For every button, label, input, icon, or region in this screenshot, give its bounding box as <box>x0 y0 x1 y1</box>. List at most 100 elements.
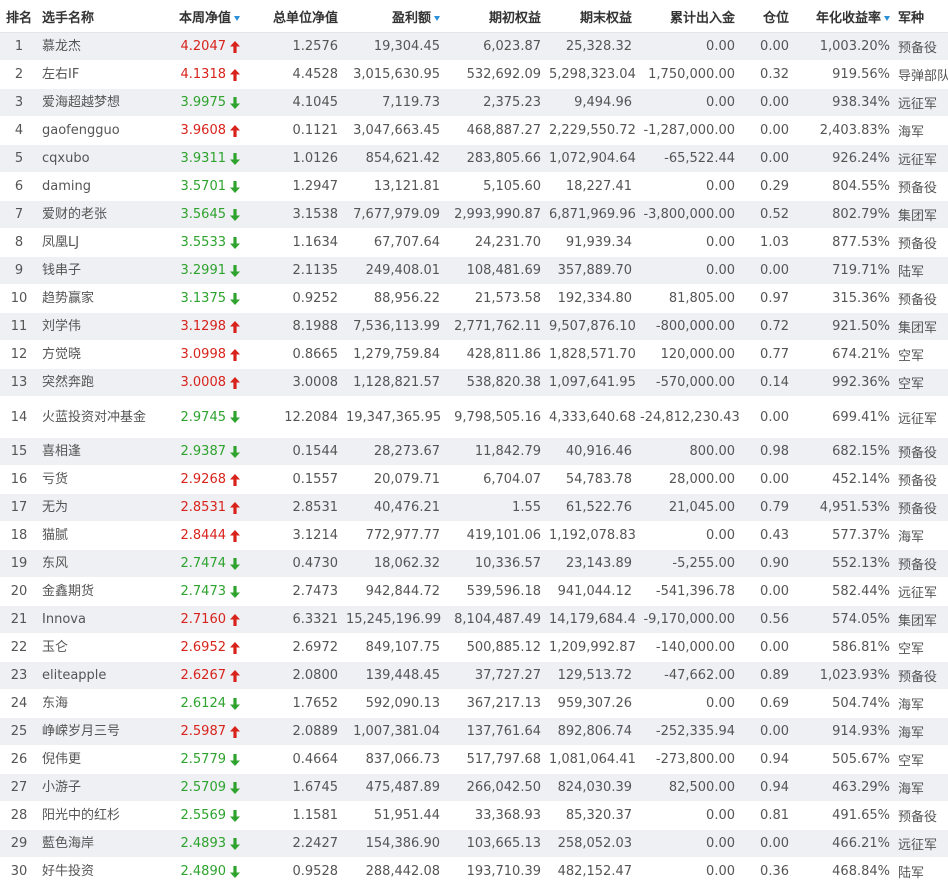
player-name-link[interactable]: 东海 <box>38 689 160 718</box>
header-profit[interactable]: 盈利额 <box>342 0 444 33</box>
player-name-link[interactable]: gaofengguo <box>38 116 160 145</box>
player-name-link[interactable]: 喜相逢 <box>38 437 160 466</box>
player-name-link[interactable]: 慕龙杰 <box>38 32 160 61</box>
player-name-link[interactable]: 突然奔跑 <box>38 368 160 397</box>
player-name-link[interactable]: 猫腻 <box>38 521 160 550</box>
initial-equity-cell: 500,885.12 <box>444 633 545 662</box>
player-name-link[interactable]: eliteapple <box>38 661 160 690</box>
table-row[interactable]: 29 藍色海岸 2.4893 2.2427 154,386.90 103,665.13 25… <box>0 829 948 858</box>
player-name-link[interactable]: 阳光中的红杉 <box>38 801 160 830</box>
table-row[interactable]: 27 小游子 2.5709 1.6745 475,487.89 266,042.50 824… <box>0 773 948 802</box>
player-name-link[interactable]: cqxubo <box>38 144 160 173</box>
annual-return-cell: 504.74% <box>793 689 894 718</box>
army-cell: 预备役 <box>894 801 948 830</box>
arrow-up-icon <box>230 124 240 137</box>
unit-nav-cell: 2.2427 <box>244 829 342 858</box>
player-name-link[interactable]: 金鑫期货 <box>38 577 160 606</box>
table-row[interactable]: 25 峥嵘岁月三号 2.5987 2.0889 1,007,381.04 137,761.… <box>0 717 948 746</box>
player-name-link[interactable]: Innova <box>38 605 160 634</box>
player-name-link[interactable]: 玉仑 <box>38 633 160 662</box>
rank-cell: 10 <box>0 284 38 313</box>
week-nav-cell: 2.9268 <box>160 465 244 494</box>
table-row[interactable]: 10 趋势赢家 3.1375 0.9252 88,956.22 21,573.58 192,… <box>0 284 948 313</box>
table-row[interactable]: 15 喜相逢 2.9387 0.1544 28,273.67 11,842.79 40,91… <box>0 437 948 466</box>
annual-return-cell: 682.15% <box>793 437 894 466</box>
cum-flow-cell: 120,000.00 <box>636 340 739 369</box>
table-row[interactable]: 4 gaofengguo 3.9608 0.1121 3,047,663.45 468,8… <box>0 116 948 145</box>
position-cell: 0.90 <box>739 549 793 578</box>
table-row[interactable]: 13 突然奔跑 3.0008 3.0008 1,128,821.57 538,820.38… <box>0 368 948 397</box>
position-cell: 0.52 <box>739 200 793 229</box>
unit-nav-cell: 2.1135 <box>244 256 342 285</box>
week-nav-cell: 2.5987 <box>160 717 244 746</box>
player-name-link[interactable]: 爱财的老张 <box>38 200 160 229</box>
player-name-link[interactable]: 亏货 <box>38 465 160 494</box>
table-row[interactable]: 2 左右IF 4.1318 4.4528 3,015,630.95 532,692.09 5… <box>0 60 948 89</box>
table-row[interactable]: 6 daming 3.5701 1.2947 13,121.81 5,105.60 18,2… <box>0 172 948 201</box>
profit-cell: 19,347,365.95 <box>342 396 444 438</box>
player-name-link[interactable]: 东风 <box>38 549 160 578</box>
annual-return-cell: 921.50% <box>793 312 894 341</box>
table-row[interactable]: 28 阳光中的红杉 2.5569 1.1581 51,951.44 33,368.93 85… <box>0 801 948 830</box>
unit-nav-cell: 0.8665 <box>244 340 342 369</box>
table-row[interactable]: 23 eliteapple 2.6267 2.0800 139,448.45 37,727… <box>0 661 948 690</box>
week-nav-value: 3.9975 <box>180 95 227 110</box>
profit-cell: 942,844.72 <box>342 577 444 606</box>
player-name-link[interactable]: 凤凰LJ <box>38 228 160 257</box>
table-row[interactable]: 24 东海 2.6124 1.7652 592,090.13 367,217.13 959,… <box>0 689 948 718</box>
header-name: 选手名称 <box>38 0 160 33</box>
week-nav-cell: 2.5779 <box>160 745 244 774</box>
cum-flow-cell: 0.00 <box>636 857 739 886</box>
table-row[interactable]: 7 爱财的老张 3.5645 3.1538 7,677,979.09 2,993,990.… <box>0 200 948 229</box>
week-nav-value: 2.6267 <box>180 668 227 683</box>
player-name-link[interactable]: 趋势赢家 <box>38 284 160 313</box>
table-row[interactable]: 30 好牛投资 2.4890 0.9528 288,442.08 193,710.39 48… <box>0 857 948 886</box>
annual-return-cell: 674.21% <box>793 340 894 369</box>
week-nav-cell: 3.5701 <box>160 172 244 201</box>
player-name-link[interactable]: daming <box>38 172 160 201</box>
player-name-link[interactable]: 倪伟更 <box>38 745 160 774</box>
header-annual-return[interactable]: 年化收益率 <box>793 0 894 33</box>
table-row[interactable]: 18 猫腻 2.8444 3.1214 772,977.77 419,101.06 1,19… <box>0 521 948 550</box>
player-name-link[interactable]: 刘学伟 <box>38 312 160 341</box>
table-row[interactable]: 21 Innova 2.7160 6.3321 15,245,196.99 8,104,4… <box>0 605 948 634</box>
arrow-up-icon <box>230 529 240 542</box>
arrow-down-icon <box>230 236 240 249</box>
profit-cell: 28,273.67 <box>342 437 444 466</box>
player-name-link[interactable]: 藍色海岸 <box>38 829 160 858</box>
player-name-link[interactable]: 方觉晓 <box>38 340 160 369</box>
table-row[interactable]: 16 亏货 2.9268 0.1557 20,079.71 6,704.07 54,783.… <box>0 465 948 494</box>
table-row[interactable]: 19 东风 2.7474 0.4730 18,062.32 10,336.57 23,143… <box>0 549 948 578</box>
header-week-nav[interactable]: 本周净值 <box>160 0 244 33</box>
table-row[interactable]: 3 爱海超越梦想 3.9975 4.1045 7,119.73 2,375.23 9,494… <box>0 88 948 117</box>
table-row[interactable]: 8 凤凰LJ 3.5533 1.1634 67,707.64 24,231.70 91,93… <box>0 228 948 257</box>
week-nav-cell: 3.0998 <box>160 340 244 369</box>
table-row[interactable]: 9 钱串子 3.2991 2.1135 249,408.01 108,481.69 357,… <box>0 256 948 285</box>
table-row[interactable]: 1 慕龙杰 4.2047 1.2576 19,304.45 6,023.87 25,328.… <box>0 32 948 61</box>
table-row[interactable]: 11 刘学伟 3.1298 8.1988 7,536,113.99 2,771,762.1… <box>0 312 948 341</box>
player-name-link[interactable]: 左右IF <box>38 60 160 89</box>
initial-equity-cell: 2,993,990.87 <box>444 200 545 229</box>
rank-cell: 5 <box>0 144 38 173</box>
player-name-link[interactable]: 峥嵘岁月三号 <box>38 717 160 746</box>
army-cell: 远征军 <box>894 829 948 858</box>
table-row[interactable]: 26 倪伟更 2.5779 0.4664 837,066.73 517,797.68 1,0… <box>0 745 948 774</box>
table-row[interactable]: 14 火蓝投资对冲基金 2.9745 12.2084 19,347,365.95 9,79… <box>0 396 948 438</box>
player-name-link[interactable]: 无为 <box>38 493 160 522</box>
profit-cell: 13,121.81 <box>342 172 444 201</box>
player-name-link[interactable]: 好牛投资 <box>38 857 160 886</box>
profit-cell: 1,128,821.57 <box>342 368 444 397</box>
player-name-link[interactable]: 火蓝投资对冲基金 <box>38 396 160 438</box>
table-row[interactable]: 5 cqxubo 3.9311 1.0126 854,621.42 283,805.66 1… <box>0 144 948 173</box>
table-row[interactable]: 12 方觉晓 3.0998 0.8665 1,279,759.84 428,811.86 1… <box>0 340 948 369</box>
army-cell: 海军 <box>894 521 948 550</box>
table-row[interactable]: 17 无为 2.8531 2.8531 40,476.21 1.55 61,522.76 21… <box>0 493 948 522</box>
player-name-link[interactable]: 小游子 <box>38 773 160 802</box>
army-cell: 预备役 <box>894 228 948 257</box>
table-row[interactable]: 22 玉仑 2.6952 2.6972 849,107.75 500,885.12 1,20… <box>0 633 948 662</box>
player-name-link[interactable]: 钱串子 <box>38 256 160 285</box>
player-name-link[interactable]: 爱海超越梦想 <box>38 88 160 117</box>
table-row[interactable]: 20 金鑫期货 2.7473 2.7473 942,844.72 539,596.18 94… <box>0 577 948 606</box>
final-equity-cell: 892,806.74 <box>545 717 636 746</box>
annual-return-cell: 315.36% <box>793 284 894 313</box>
